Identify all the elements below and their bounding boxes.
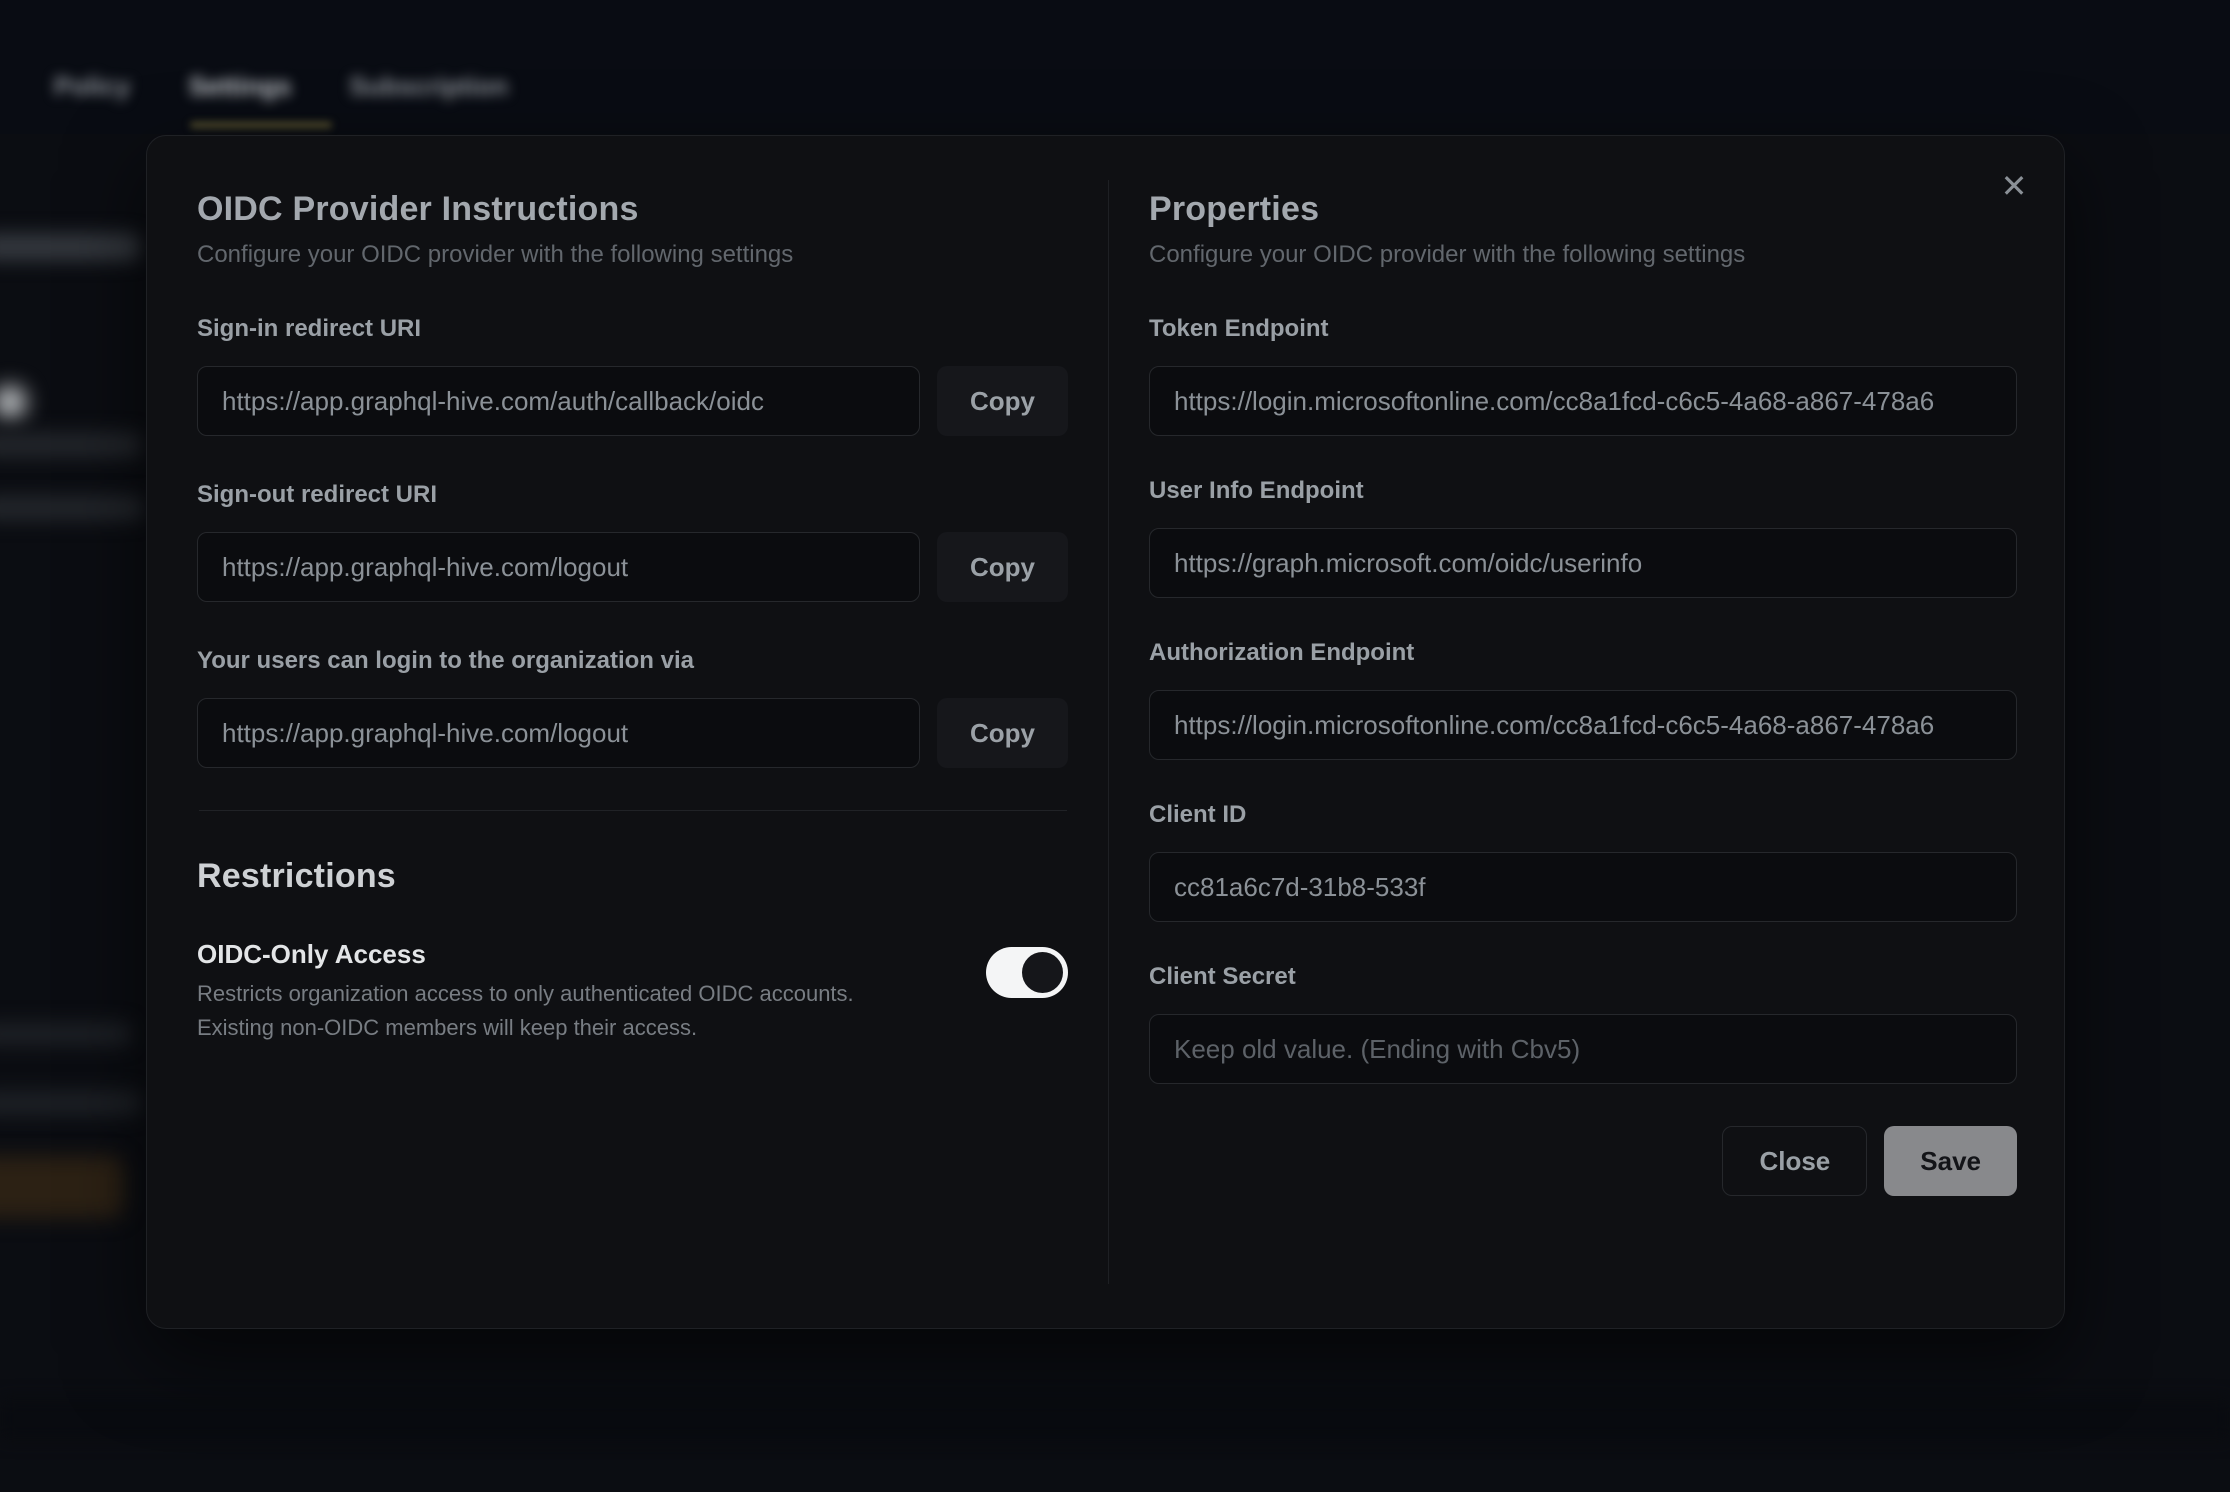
token-endpoint-input[interactable]	[1149, 366, 2017, 436]
client-id-row	[1149, 852, 2017, 922]
blurred-background-text	[0, 1090, 142, 1116]
authorization-endpoint-input[interactable]	[1149, 690, 2017, 760]
user-info-endpoint-input[interactable]	[1149, 528, 2017, 598]
modal-actions: Close Save	[1149, 1126, 2017, 1196]
save-button[interactable]: Save	[1884, 1126, 2017, 1196]
toggle-knob-icon	[1022, 952, 1063, 993]
tab-subscription[interactable]: Subscription	[349, 56, 508, 116]
properties-column: Properties Configure your OIDC provider …	[1149, 136, 2017, 1196]
client-id-label: Client ID	[1149, 800, 2017, 830]
active-tab-underline	[190, 122, 332, 128]
blurred-background-dot	[0, 386, 26, 418]
close-button[interactable]: Close	[1722, 1126, 1867, 1196]
oidc-only-access-label: OIDC-Only Access	[197, 937, 877, 971]
tab-policy[interactable]: Policy	[54, 56, 131, 116]
oidc-only-access-description: Restricts organization access to only au…	[197, 977, 877, 1045]
blurred-background-text	[0, 495, 144, 521]
client-secret-label: Client Secret	[1149, 962, 2017, 992]
token-endpoint-label: Token Endpoint	[1149, 314, 2017, 344]
oidc-only-access-toggle[interactable]	[986, 947, 1068, 998]
instructions-title: OIDC Provider Instructions	[197, 188, 1068, 230]
client-secret-input[interactable]	[1149, 1014, 2017, 1084]
sign-out-redirect-uri-input[interactable]	[197, 532, 920, 602]
organization-login-uri-input[interactable]	[197, 698, 920, 768]
authorization-endpoint-row	[1149, 690, 2017, 760]
tab-settings[interactable]: Settings	[189, 56, 292, 116]
authorization-endpoint-label: Authorization Endpoint	[1149, 638, 2017, 668]
user-info-endpoint-label: User Info Endpoint	[1149, 476, 2017, 506]
properties-title: Properties	[1149, 188, 2017, 230]
blurred-background-button	[0, 1156, 124, 1218]
column-divider	[1108, 180, 1109, 1284]
organization-login-uri-label: Your users can login to the organization…	[197, 646, 1068, 676]
restrictions-divider	[199, 810, 1067, 811]
sign-in-redirect-uri-input[interactable]	[197, 366, 920, 436]
client-secret-row	[1149, 1014, 2017, 1084]
instructions-subtitle: Configure your OIDC provider with the fo…	[197, 240, 1068, 270]
page-footer-band	[0, 1398, 2230, 1440]
sign-out-redirect-uri-label: Sign-out redirect URI	[197, 480, 1068, 510]
client-id-input[interactable]	[1149, 852, 2017, 922]
restrictions-title: Restrictions	[197, 855, 1068, 897]
user-info-endpoint-row	[1149, 528, 2017, 598]
oidc-only-access-text: OIDC-Only Access Restricts organization …	[197, 937, 877, 1045]
properties-subtitle: Configure your OIDC provider with the fo…	[1149, 240, 2017, 270]
oidc-only-access-row: OIDC-Only Access Restricts organization …	[197, 937, 1068, 1045]
blurred-background-text	[0, 1022, 132, 1046]
sign-in-redirect-uri-label: Sign-in redirect URI	[197, 314, 1068, 344]
blurred-background-text	[0, 233, 140, 261]
oidc-settings-modal: ✕ OIDC Provider Instructions Configure y…	[146, 135, 2065, 1329]
background-tab-bar: Policy Settings Subscription	[0, 56, 508, 116]
copy-sign-in-uri-button[interactable]: Copy	[937, 366, 1068, 436]
organization-login-uri-row: Copy	[197, 698, 1068, 768]
blurred-background-text	[0, 432, 142, 458]
sign-in-redirect-uri-row: Copy	[197, 366, 1068, 436]
copy-organization-login-uri-button[interactable]: Copy	[937, 698, 1068, 768]
sign-out-redirect-uri-row: Copy	[197, 532, 1068, 602]
copy-sign-out-uri-button[interactable]: Copy	[937, 532, 1068, 602]
token-endpoint-row	[1149, 366, 2017, 436]
instructions-column: OIDC Provider Instructions Configure you…	[197, 136, 1068, 1045]
